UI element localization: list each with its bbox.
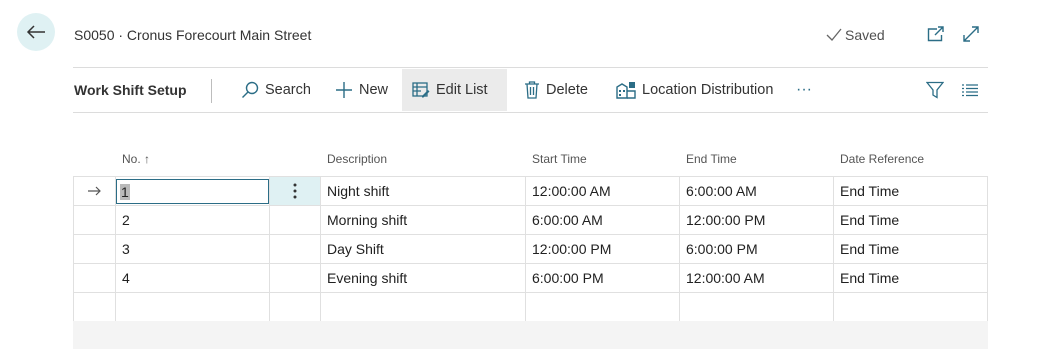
column-header-no[interactable]: No. ↑ [122, 152, 150, 166]
open-in-new-window-button[interactable] [925, 23, 947, 45]
cell-no[interactable]: 3 [116, 235, 270, 264]
toolbar-divider [73, 112, 988, 113]
cell-no[interactable]: 2 [116, 206, 270, 235]
cell-no[interactable] [116, 293, 270, 322]
row-indicator [73, 206, 116, 235]
table-row[interactable]: 4 Evening shift 6:00:00 PM 12:00:00 AM E… [73, 264, 988, 293]
cell-description[interactable]: Evening shift [321, 264, 526, 293]
row-menu-cell[interactable] [270, 293, 321, 322]
arrow-left-icon [26, 25, 45, 39]
plus-icon [336, 82, 352, 98]
cell-date-reference[interactable]: End Time [834, 177, 988, 206]
row-menu-cell[interactable] [270, 264, 321, 293]
saved-status: Saved [826, 27, 885, 43]
cell-description[interactable]: Night shift [321, 177, 526, 206]
trash-icon [525, 81, 539, 99]
cell-no[interactable]: 4 [116, 264, 270, 293]
filter-icon [926, 81, 944, 99]
back-button[interactable] [17, 13, 55, 51]
cell-start-time[interactable]: 12:00:00 PM [526, 235, 680, 264]
edit-list-button[interactable]: Edit List [402, 69, 507, 111]
filter-button[interactable] [916, 69, 954, 111]
cell-start-time[interactable]: 6:00:00 AM [526, 206, 680, 235]
cell-description[interactable] [321, 293, 526, 322]
expand-button[interactable] [960, 23, 982, 45]
table-row[interactable]: 3 Day Shift 12:00:00 PM 6:00:00 PM End T… [73, 235, 988, 264]
page-name: Work Shift Setup [74, 82, 187, 98]
row-indicator [73, 235, 116, 264]
search-button-label: Search [265, 82, 311, 98]
row-indicator [73, 264, 116, 293]
cell-end-time[interactable]: 6:00:00 AM [680, 177, 834, 206]
grid-rows: 1 Night shift 12:00:00 AM 6:00:00 AM End… [73, 176, 988, 322]
table-row[interactable]: 2 Morning shift 6:00:00 AM 12:00:00 PM E… [73, 206, 988, 235]
delete-button[interactable]: Delete [514, 69, 598, 111]
list-view-button[interactable] [951, 69, 989, 111]
cell-start-time[interactable] [526, 293, 680, 322]
new-button-label: New [359, 82, 389, 98]
cell-date-reference[interactable]: End Time [834, 206, 988, 235]
toolbar-separator [211, 79, 212, 103]
page-title: S0050 · Cronus Forecourt Main Street [74, 27, 312, 43]
new-entry-row[interactable] [73, 293, 988, 322]
column-header-end-time[interactable]: End Time [686, 152, 737, 166]
list-view-icon [962, 84, 978, 97]
cell-start-time[interactable]: 12:00:00 AM [526, 177, 680, 206]
edit-list-icon [412, 82, 430, 98]
row-menu-cell[interactable] [270, 235, 321, 264]
column-header-description[interactable]: Description [327, 152, 387, 166]
cell-end-time[interactable]: 12:00:00 PM [680, 206, 834, 235]
action-bar: Work Shift Setup Search New Edit List De… [73, 69, 988, 111]
no-input[interactable]: 1 [116, 179, 269, 204]
column-header-date-reference[interactable]: Date Reference [840, 152, 924, 166]
delete-button-label: Delete [546, 82, 588, 98]
header-divider [73, 67, 988, 68]
search-icon [242, 81, 259, 98]
vertical-dots-icon [293, 183, 297, 199]
cell-date-reference[interactable]: End Time [834, 235, 988, 264]
cell-end-time[interactable]: 6:00:00 PM [680, 235, 834, 264]
row-menu-button[interactable] [270, 177, 321, 206]
location-distribution-icon [616, 82, 636, 99]
edit-list-button-label: Edit List [436, 82, 488, 98]
open-in-new-window-icon [927, 26, 944, 42]
table-row[interactable]: 1 Night shift 12:00:00 AM 6:00:00 AM End… [73, 177, 988, 206]
cell-description[interactable]: Day Shift [321, 235, 526, 264]
row-indicator [73, 293, 116, 322]
more-actions-label: ··· [796, 81, 812, 98]
row-menu-cell[interactable] [270, 206, 321, 235]
search-button[interactable]: Search [231, 69, 321, 111]
cell-date-reference[interactable] [834, 293, 988, 322]
grid-empty-area [73, 321, 988, 349]
cell-start-time[interactable]: 6:00:00 PM [526, 264, 680, 293]
new-button[interactable]: New [325, 69, 398, 111]
checkmark-icon [826, 28, 842, 41]
cell-end-time[interactable]: 12:00:00 AM [680, 264, 834, 293]
expand-icon [963, 26, 979, 42]
location-distribution-button[interactable]: Location Distribution [606, 69, 783, 111]
saved-label: Saved [845, 27, 885, 43]
row-indicator [73, 177, 116, 206]
cell-end-time[interactable] [680, 293, 834, 322]
cell-date-reference[interactable]: End Time [834, 264, 988, 293]
cell-description[interactable]: Morning shift [321, 206, 526, 235]
location-distribution-button-label: Location Distribution [642, 82, 774, 98]
column-header-start-time[interactable]: Start Time [532, 152, 587, 166]
arrow-right-icon [87, 186, 101, 196]
more-actions-button[interactable]: ··· [786, 69, 822, 111]
